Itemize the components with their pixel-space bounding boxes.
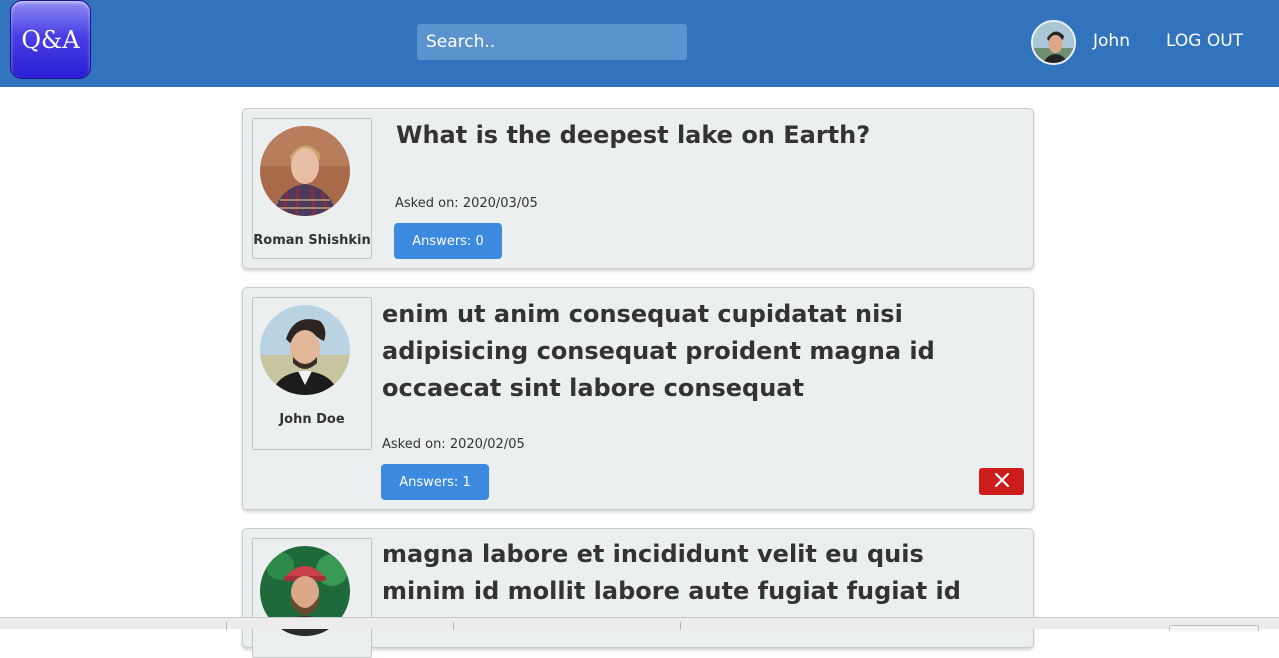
question-card: John Doe enim ut anim consequat cupidata… <box>242 287 1034 510</box>
question-card: magna labore et incididunt velit eu quis… <box>242 528 1034 658</box>
logo[interactable]: Q&A <box>10 0 91 79</box>
author-name[interactable]: John Doe <box>253 412 371 427</box>
answers-button[interactable]: Answers: 1 <box>381 464 489 500</box>
close-icon <box>994 472 1009 491</box>
answers-button[interactable]: Answers: 0 <box>394 223 502 259</box>
author-avatar <box>260 305 350 395</box>
logo-text: Q&A <box>21 25 80 54</box>
author-box <box>252 538 372 658</box>
author-avatar <box>260 126 350 216</box>
logout-button[interactable]: LOG OUT <box>1166 31 1243 51</box>
question-title[interactable]: enim ut anim consequat cupidatat nisi ad… <box>382 296 1012 407</box>
asked-date: Asked on: 2020/03/05 <box>395 196 538 211</box>
author-box: John Doe <box>252 297 372 450</box>
delete-button[interactable] <box>979 468 1024 495</box>
user-avatar[interactable] <box>1031 20 1076 65</box>
scroll-tab[interactable] <box>1169 625 1259 631</box>
navbar: Q&A John LOG OUT <box>0 0 1279 87</box>
question-card: Roman Shishkin What is the deepest lake … <box>242 108 1034 269</box>
bottom-bar <box>0 617 1279 631</box>
user-name[interactable]: John <box>1093 31 1130 51</box>
search-input[interactable] <box>417 24 687 60</box>
asked-date: Asked on: 2020/02/05 <box>382 437 525 452</box>
question-title[interactable]: What is the deepest lake on Earth? <box>396 117 1016 154</box>
author-name[interactable]: Roman Shishkin <box>253 233 371 248</box>
author-box: Roman Shishkin <box>252 118 372 259</box>
question-title[interactable]: magna labore et incididunt velit eu quis… <box>382 536 1012 610</box>
